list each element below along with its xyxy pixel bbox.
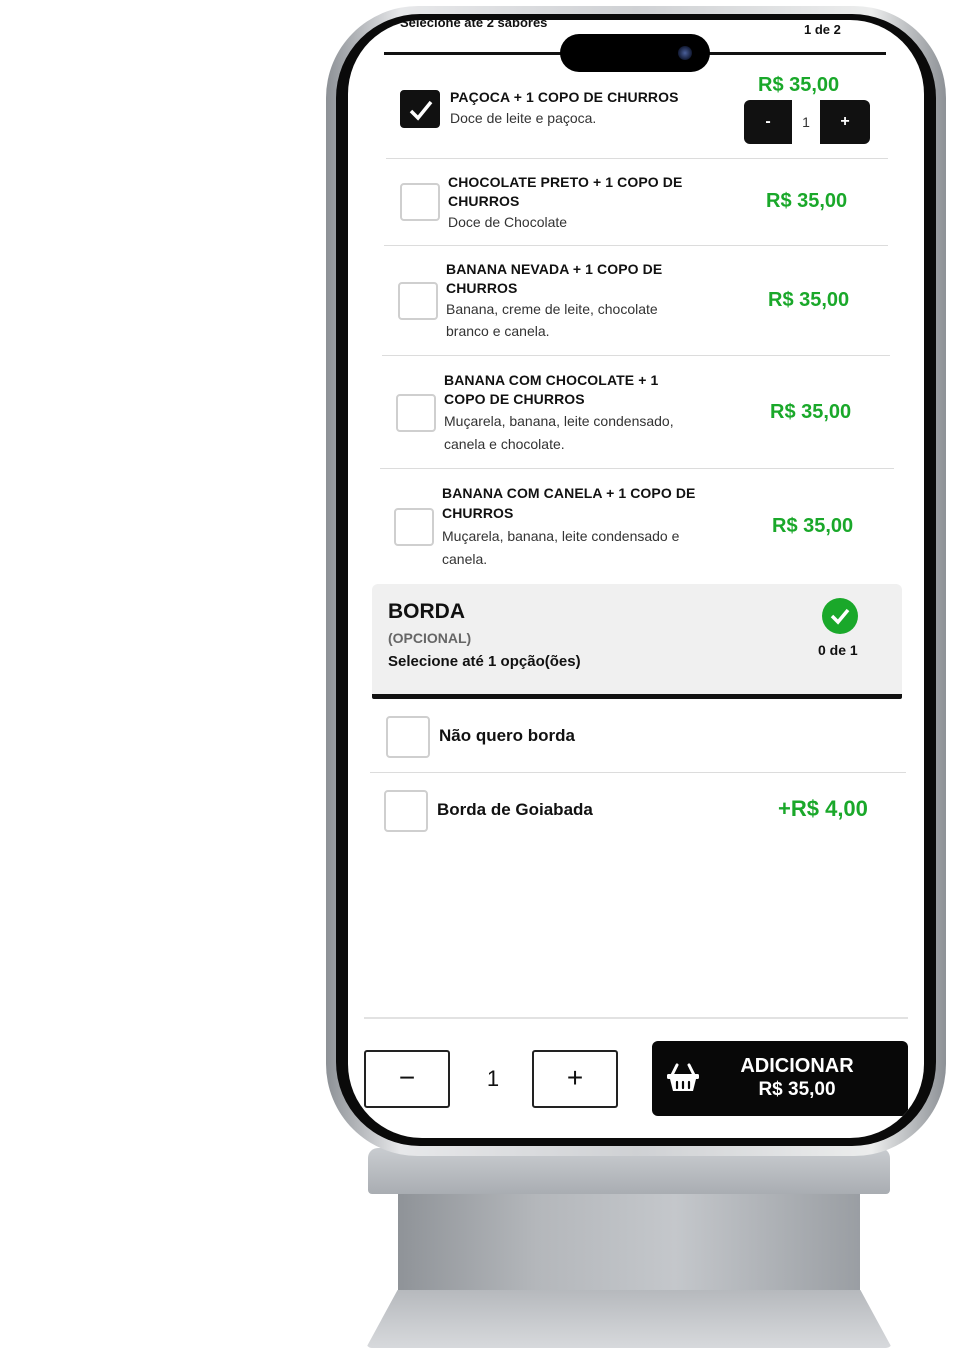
flavor-description: Banana, creme de leite, chocolate [446, 301, 658, 317]
flavor-title: BANANA NEVADA + 1 COPO DE [446, 261, 663, 277]
check-circle-icon [822, 598, 858, 634]
check-icon [409, 100, 433, 121]
row-divider [384, 245, 888, 246]
phone-screen: Selecione até 2 sabores 1 de 2 PAÇOCA + … [348, 20, 924, 1138]
flavor-count: 1 de 2 [804, 22, 841, 37]
borda-checkbox-nao-quero[interactable] [386, 716, 430, 758]
flavor-select-hint: Selecione até 2 sabores [400, 20, 548, 30]
flavor-description: canela. [442, 551, 488, 567]
increase-quantity-button[interactable]: + [532, 1050, 618, 1108]
flavor-title: CHURROS [446, 280, 518, 296]
flavor-checkbox-banana-chocolate[interactable] [396, 394, 436, 432]
flavor-title: BANANA COM CHOCOLATE + 1 [444, 372, 659, 388]
order-quantity: 1 [486, 1066, 500, 1091]
borda-title: BORDA [388, 600, 465, 623]
stand-base [366, 1290, 892, 1348]
borda-option-price: +R$ 4,00 [778, 796, 868, 821]
borda-count: 0 de 1 [818, 642, 858, 658]
add-button-price: R$ 35,00 [758, 1079, 836, 1100]
quantity-value: 1 [792, 100, 820, 144]
flavor-price: R$ 35,00 [768, 289, 850, 311]
borda-optional-label: (OPCIONAL) [388, 630, 472, 646]
borda-option-label: Não quero borda [439, 726, 576, 745]
increase-button[interactable]: + [820, 100, 870, 144]
row-divider [370, 772, 906, 773]
flavor-description: Doce de Chocolate [448, 214, 568, 230]
flavor-checkbox-banana-nevada[interactable] [398, 282, 438, 320]
shopping-basket-icon [667, 1063, 699, 1091]
flavor-quantity-stepper: - 1 + [744, 100, 870, 144]
flavor-description: branco e canela. [446, 323, 550, 339]
flavor-title: CHURROS [448, 193, 520, 209]
borda-option-label: Borda de Goiabada [437, 800, 593, 819]
row-divider [382, 355, 890, 356]
borda-section-header: BORDA (OPCIONAL) Selecione até 1 opção(õ… [372, 584, 902, 699]
footer-divider [364, 1017, 908, 1019]
flavor-checkbox-pacoca[interactable] [400, 90, 440, 128]
flavor-checkbox-chocolate-preto[interactable] [400, 183, 440, 221]
flavor-description: Muçarela, banana, leite condensado, [444, 413, 674, 429]
flavor-title: CHURROS [442, 505, 514, 521]
flavor-description: canela e chocolate. [444, 436, 565, 452]
flavor-title: COPO DE CHURROS [444, 391, 585, 407]
row-divider [386, 158, 888, 159]
add-to-cart-button[interactable]: ADICIONAR R$ 35,00 [652, 1041, 908, 1116]
flavor-price: R$ 35,00 [758, 74, 840, 96]
row-divider [380, 468, 894, 469]
flavor-description: Doce de leite e paçoca. [450, 110, 597, 126]
borda-checkbox-goiabada[interactable] [384, 790, 428, 832]
borda-select-hint: Selecione até 1 opção(ões) [388, 653, 581, 670]
flavor-checkbox-banana-canela[interactable] [394, 508, 434, 546]
flavor-price: R$ 35,00 [766, 190, 848, 212]
flavor-price: R$ 35,00 [770, 401, 852, 423]
add-button-label: ADICIONAR [740, 1055, 854, 1077]
flavor-description: Muçarela, banana, leite condensado e [442, 528, 680, 544]
flavor-title: BANANA COM CANELA + 1 COPO DE [442, 485, 696, 501]
flavor-title: PAÇOCA + 1 COPO DE CHURROS [450, 89, 679, 105]
flavor-title: CHOCOLATE PRETO + 1 COPO DE [448, 174, 683, 190]
camera-icon [678, 46, 692, 60]
flavor-price: R$ 35,00 [772, 515, 854, 537]
dynamic-island [560, 34, 710, 72]
decrease-quantity-button[interactable]: − [364, 1050, 450, 1108]
decrease-button[interactable]: - [744, 100, 792, 144]
